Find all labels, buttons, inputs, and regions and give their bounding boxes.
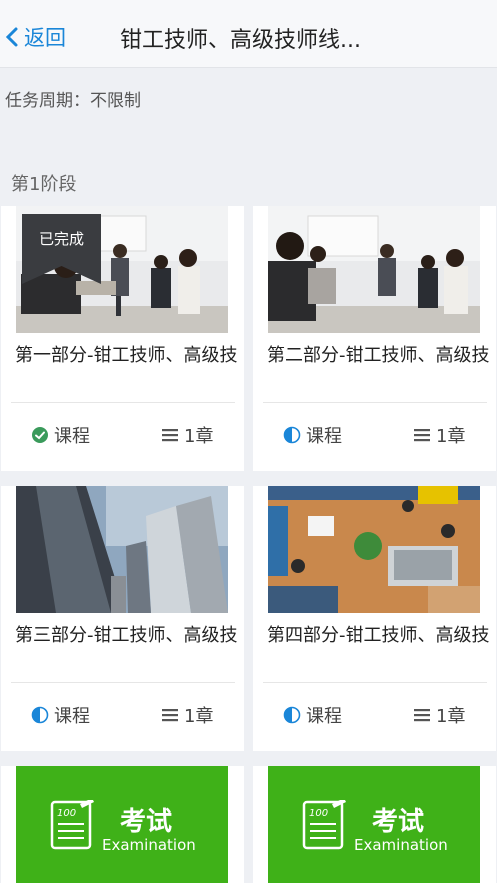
course-card-2[interactable]: 第二部分-钳工技师、高级技 课程 1章 xyxy=(253,206,496,471)
exam-banner: 100 考试 Examination xyxy=(268,766,480,883)
meeting-table-image xyxy=(268,486,480,613)
divider xyxy=(263,402,487,403)
back-label: 返回 xyxy=(24,26,66,50)
chapter-count-label: 1章 xyxy=(184,706,214,727)
chapter-count: 1章 xyxy=(161,702,213,728)
check-circle-icon xyxy=(32,427,48,443)
completed-badge: 已完成 xyxy=(22,214,101,284)
list-icon xyxy=(162,429,178,442)
chapter-count-label: 1章 xyxy=(184,426,214,447)
exam-card-1[interactable]: 100 考试 Examination xyxy=(1,766,244,883)
chapter-count-label: 1章 xyxy=(436,706,466,727)
svg-text:100: 100 xyxy=(57,808,76,819)
course-card-3[interactable]: 第三部分-钳工技师、高级技 课程 1章 xyxy=(1,486,244,751)
back-button[interactable]: 返回 xyxy=(4,22,66,52)
half-circle-icon xyxy=(283,706,301,724)
course-type-label: 课程 xyxy=(306,706,342,727)
course-type: 课程 xyxy=(31,422,90,448)
skyscrapers-image xyxy=(16,486,228,613)
course-thumbnail xyxy=(268,206,480,333)
chapter-count-label: 1章 xyxy=(436,426,466,447)
half-circle-icon xyxy=(31,706,49,724)
exam-banner: 100 考试 Examination xyxy=(16,766,228,883)
half-circle-icon xyxy=(283,426,301,444)
stage-label: 第1阶段 xyxy=(11,174,77,195)
course-card-1[interactable]: 已完成 第一部分-钳工技师、高级技 课程 1章 xyxy=(1,206,244,471)
course-card-4[interactable]: 第四部分-钳工技师、高级技 课程 1章 xyxy=(253,486,496,751)
exam-subtitle: Examination xyxy=(102,836,196,854)
chevron-left-icon xyxy=(5,27,18,47)
divider xyxy=(11,402,235,403)
course-thumbnail xyxy=(268,486,480,613)
course-type: 课程 xyxy=(31,702,90,728)
divider xyxy=(11,682,235,683)
chapter-count: 1章 xyxy=(161,422,213,448)
chapter-count: 1章 xyxy=(413,702,465,728)
exam-paper-icon: 100 xyxy=(50,800,94,850)
course-title: 第三部分-钳工技师、高级技 xyxy=(15,625,238,646)
list-icon xyxy=(414,709,430,722)
completed-label: 已完成 xyxy=(38,230,84,248)
nav-bar: 返回 钳工技师、高级技师线... xyxy=(0,0,497,68)
exam-title: 考试 xyxy=(372,807,425,837)
classroom-image xyxy=(268,206,480,333)
task-period: 任务周期：不限制 xyxy=(5,91,141,111)
course-title: 第二部分-钳工技师、高级技 xyxy=(267,345,490,366)
page-title: 钳工技师、高级技师线... xyxy=(120,28,361,53)
course-type: 课程 xyxy=(283,702,342,728)
course-type-label: 课程 xyxy=(306,426,342,447)
course-title: 第一部分-钳工技师、高级技 xyxy=(15,345,238,366)
exam-subtitle: Examination xyxy=(354,836,448,854)
chapter-count: 1章 xyxy=(413,422,465,448)
course-type-label: 课程 xyxy=(54,706,90,727)
divider xyxy=(263,682,487,683)
list-icon xyxy=(414,429,430,442)
course-title: 第四部分-钳工技师、高级技 xyxy=(267,625,490,646)
exam-card-2[interactable]: 100 考试 Examination xyxy=(253,766,496,883)
exam-title: 考试 xyxy=(120,807,173,837)
list-icon xyxy=(162,709,178,722)
course-type: 课程 xyxy=(283,422,342,448)
course-type-label: 课程 xyxy=(54,426,90,447)
course-thumbnail xyxy=(16,486,228,613)
exam-paper-icon: 100 xyxy=(302,800,346,850)
svg-text:100: 100 xyxy=(309,808,328,819)
